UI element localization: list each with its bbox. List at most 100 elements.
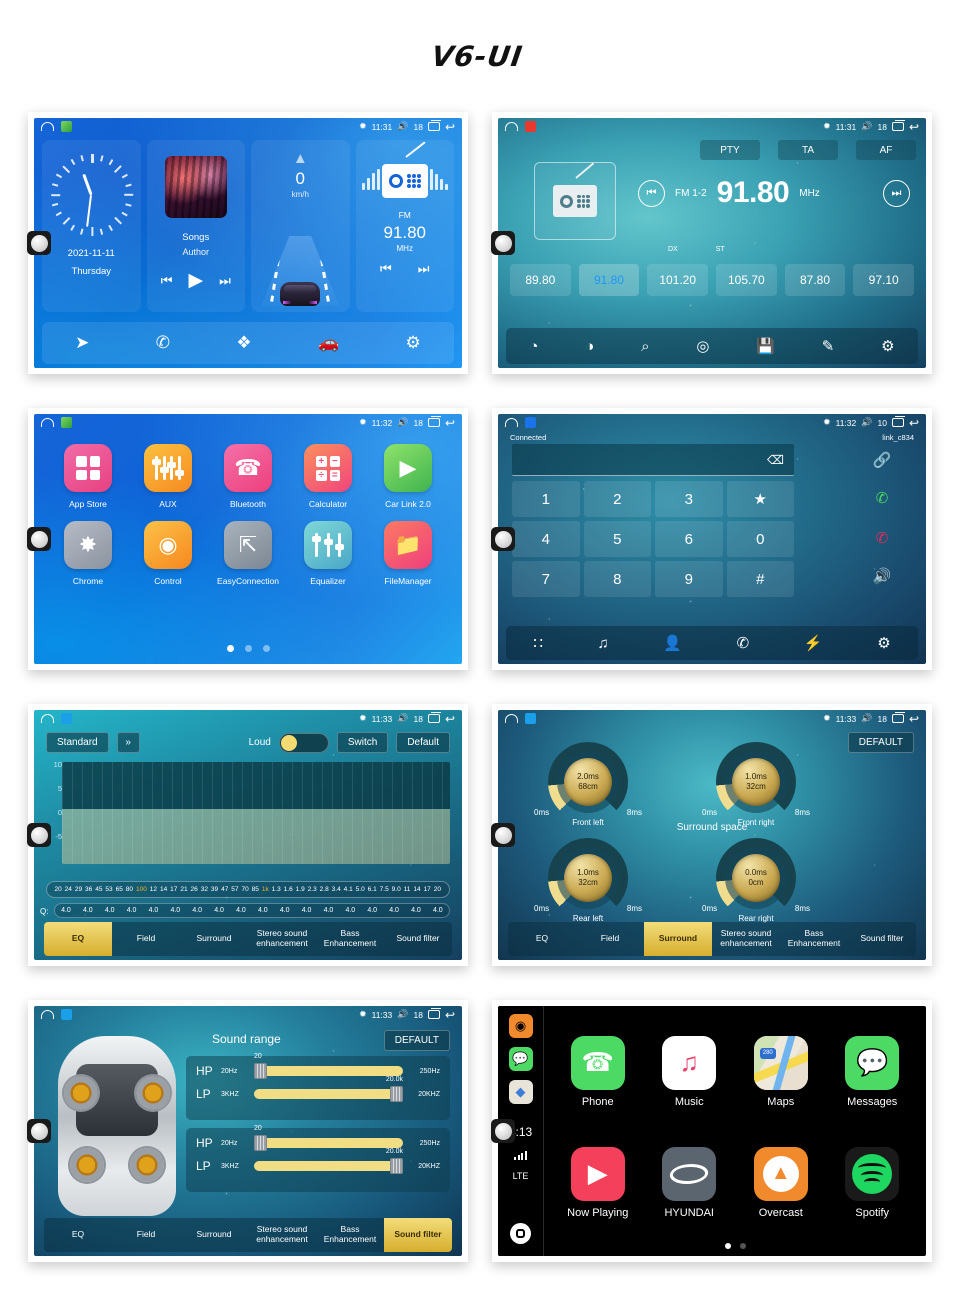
app-badge-icon[interactable]: [61, 417, 72, 428]
surround-default-button[interactable]: DEFAULT: [847, 732, 914, 753]
preset-3[interactable]: 101.20: [647, 264, 709, 296]
carplay-app-music[interactable]: ♫ Music: [644, 1016, 736, 1127]
recents-icon[interactable]: [891, 416, 905, 427]
key-7[interactable]: 7: [512, 561, 580, 597]
app-item-chrome[interactable]: ✸ Chrome: [48, 521, 128, 586]
loud-toggle[interactable]: [278, 732, 329, 753]
bezel-knob[interactable]: [491, 527, 515, 551]
recents-icon[interactable]: [427, 416, 441, 427]
carplay-app-maps[interactable]: 280 Maps: [735, 1016, 827, 1127]
ta-button[interactable]: TA: [778, 140, 838, 160]
tab-stereo-sound-enhancement[interactable]: Stereo sound enhancement: [248, 922, 316, 956]
knob-rear-left[interactable]: 1.0ms 32cm 0ms 8ms Rear left: [528, 838, 648, 923]
call-end-icon[interactable]: ✆: [852, 520, 912, 556]
tab-sound-filter[interactable]: Sound filter: [384, 922, 452, 956]
app-item-filemanager[interactable]: 📁 FileManager: [368, 521, 448, 586]
key-1[interactable]: 1: [512, 481, 580, 517]
tune-next-button[interactable]: ⏭: [883, 179, 910, 207]
app-badge-icon[interactable]: [61, 121, 72, 132]
home-outline-icon[interactable]: [505, 418, 518, 427]
carplay-page-dot-1[interactable]: [724, 1243, 731, 1249]
home-outline-icon[interactable]: [505, 714, 518, 723]
recents-icon[interactable]: [427, 712, 441, 723]
widget-radio[interactable]: FM 91.80 MHz ⏮ ⏭: [355, 140, 454, 312]
rail-overcast-icon[interactable]: ◉: [508, 1014, 533, 1038]
app-item-calculator[interactable]: + − ÷ = Calculator: [288, 444, 368, 509]
home-outline-icon[interactable]: [505, 122, 518, 131]
eq-graph[interactable]: [62, 762, 450, 864]
tune-prev-button[interactable]: ⏮: [638, 179, 665, 207]
bezel-knob[interactable]: [27, 231, 51, 255]
carplay-app-messages[interactable]: 💬 Messages: [827, 1016, 919, 1127]
equalizer-app-badge-icon[interactable]: [61, 713, 72, 724]
carplay-app-now-playing[interactable]: ▶ Now Playing: [552, 1127, 644, 1238]
recents-icon[interactable]: [891, 712, 905, 723]
keypad-icon[interactable]: ∷: [533, 634, 543, 652]
lp-slider[interactable]: 20.0k: [254, 1148, 403, 1174]
dx-label[interactable]: DX: [668, 246, 678, 253]
frequency-strip[interactable]: 20 24 29 36 45 53 65 80 100 12 14 17 21 …: [46, 881, 450, 898]
key-0[interactable]: 0: [726, 521, 794, 557]
back-icon[interactable]: ↩: [909, 417, 919, 429]
home-outline-icon[interactable]: [41, 1010, 54, 1019]
rail-maps-icon[interactable]: ◆: [508, 1080, 533, 1104]
tab-field[interactable]: Field: [112, 922, 180, 956]
dial-input[interactable]: ⌫: [512, 444, 794, 476]
switch-button[interactable]: Switch: [336, 732, 389, 753]
key-3[interactable]: 3: [655, 481, 723, 517]
settings-icon[interactable]: ⚙: [877, 634, 890, 652]
radio-app-badge-icon[interactable]: [525, 121, 536, 132]
dock-car-link-icon[interactable]: 🚗: [318, 333, 339, 353]
carplay-page-dot-2[interactable]: [739, 1243, 746, 1249]
bezel-knob[interactable]: [27, 823, 51, 847]
recents-icon[interactable]: [427, 1008, 441, 1019]
home-outline-icon[interactable]: [41, 418, 54, 427]
hp-slider[interactable]: 20: [254, 1053, 403, 1079]
back-icon[interactable]: ↩: [445, 417, 455, 429]
app-item-control[interactable]: ◉ Control: [128, 521, 208, 586]
tab-sound-filter[interactable]: Sound filter: [384, 1218, 452, 1252]
app-item-easyconnection[interactable]: ⇱ EasyConnection: [208, 521, 288, 586]
bezel-knob[interactable]: [491, 1119, 515, 1143]
speaker-icon[interactable]: 🔊: [852, 560, 912, 592]
equalizer-app-badge-icon[interactable]: [525, 713, 536, 724]
key-2[interactable]: 2: [583, 481, 651, 517]
lp-slider[interactable]: 20.0k: [254, 1076, 403, 1102]
q-strip[interactable]: 4.0 4.0 4.0 4.0 4.0 4.0 4.0 4.0 4.0 4.0 …: [54, 903, 450, 918]
carplay-app-phone[interactable]: ☎ Phone: [552, 1016, 644, 1127]
bezel-knob[interactable]: [491, 231, 515, 255]
preset-2[interactable]: 91.80: [578, 264, 640, 296]
dock-phone-icon[interactable]: ✆: [156, 333, 170, 353]
rail-messages-icon[interactable]: 💬: [508, 1047, 533, 1071]
preset-5[interactable]: 87.80: [784, 264, 846, 296]
radio-next-icon[interactable]: ⏭: [418, 261, 430, 277]
loudness-icon[interactable]: ◔: [529, 338, 538, 355]
widget-speedometer[interactable]: ▲ 0 km/h: [251, 140, 350, 312]
dock-apps-icon[interactable]: ❖: [236, 333, 251, 353]
key-9[interactable]: 9: [655, 561, 723, 597]
app-item-aux[interactable]: AUX: [128, 444, 208, 509]
call-answer-icon[interactable]: ✆: [852, 480, 912, 516]
chevron-down-icon[interactable]: »: [116, 732, 140, 753]
music-prev-icon[interactable]: ⏮: [161, 273, 173, 289]
tab-bass-enhancement[interactable]: Bass Enhancement: [316, 1218, 384, 1252]
tab-eq[interactable]: EQ: [508, 922, 576, 956]
tab-stereo-sound-enhancement[interactable]: Stereo sound enhancement: [248, 1218, 316, 1252]
sync-icon[interactable]: ⚡: [804, 634, 823, 652]
back-icon[interactable]: ↩: [445, 1009, 455, 1021]
edit-icon[interactable]: ✎: [822, 337, 835, 355]
hp-slider[interactable]: 20: [254, 1125, 403, 1151]
link-icon[interactable]: 🔗: [852, 444, 912, 476]
home-outline-icon[interactable]: [41, 714, 54, 723]
app-item-app-store[interactable]: App Store: [48, 444, 128, 509]
rds-icon[interactable]: ◎: [696, 337, 709, 355]
tab-surround[interactable]: Surround: [180, 1218, 248, 1252]
equalizer-app-badge-icon[interactable]: [61, 1009, 72, 1020]
recents-icon[interactable]: [891, 120, 905, 131]
preset-1[interactable]: 89.80: [510, 264, 571, 296]
tab-stereo-sound-enhancement[interactable]: Stereo sound enhancement: [712, 922, 780, 956]
key-6[interactable]: 6: [655, 521, 723, 557]
save-icon[interactable]: 💾: [756, 337, 775, 355]
scan-icon[interactable]: ⌕: [641, 338, 649, 355]
key-hash[interactable]: #: [726, 561, 794, 597]
